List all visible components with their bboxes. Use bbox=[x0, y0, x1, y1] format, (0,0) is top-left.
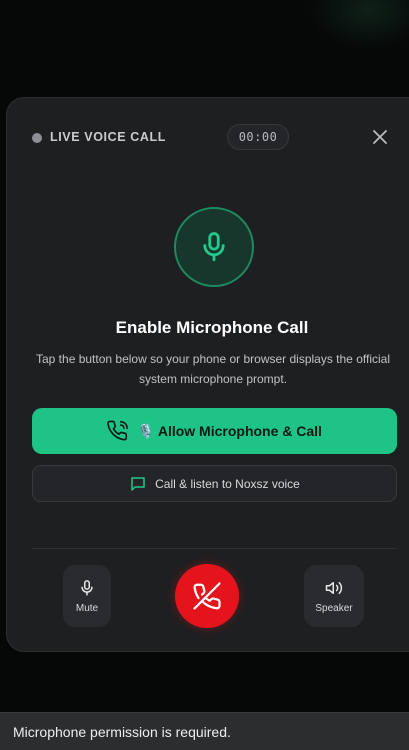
call-status-label: LIVE VOICE CALL bbox=[50, 130, 166, 144]
mute-button[interactable]: Mute bbox=[63, 565, 111, 627]
microphone-badge bbox=[174, 207, 254, 287]
mute-label: Mute bbox=[75, 602, 99, 614]
microphone-icon bbox=[81, 579, 93, 595]
speaker-icon bbox=[325, 581, 343, 594]
hang-up-button[interactable] bbox=[175, 564, 239, 628]
call-card: LIVE VOICE CALL 00:00 Enable Microphone … bbox=[6, 97, 409, 652]
speaker-label: Speaker bbox=[315, 602, 353, 614]
divider bbox=[32, 548, 397, 549]
phone-hangup-icon bbox=[193, 582, 221, 610]
close-button[interactable] bbox=[370, 127, 390, 147]
call-and-listen-label: Call & listen to Noxsz voice bbox=[155, 476, 300, 491]
allow-microphone-button[interactable]: 🎙️ Allow Microphone & Call bbox=[32, 408, 397, 454]
phone-call-icon bbox=[107, 420, 129, 441]
call-header: LIVE VOICE CALL 00:00 bbox=[32, 124, 385, 154]
permission-toast: Microphone permission is required. bbox=[0, 712, 409, 750]
allow-microphone-label: 🎙️ Allow Microphone & Call bbox=[137, 422, 322, 439]
close-icon bbox=[373, 130, 387, 144]
background-glow bbox=[309, 0, 409, 50]
call-and-listen-button[interactable]: Call & listen to Noxsz voice bbox=[32, 465, 397, 502]
speaker-button[interactable]: Speaker bbox=[304, 565, 364, 627]
chat-bubble-icon bbox=[131, 476, 145, 491]
prompt-title: Enable Microphone Call bbox=[115, 318, 309, 337]
status-dot-icon bbox=[32, 133, 42, 143]
prompt-description: Tap the button below so your phone or br… bbox=[36, 352, 390, 386]
microphone-icon bbox=[203, 232, 225, 262]
call-timer: 00:00 bbox=[227, 124, 289, 150]
